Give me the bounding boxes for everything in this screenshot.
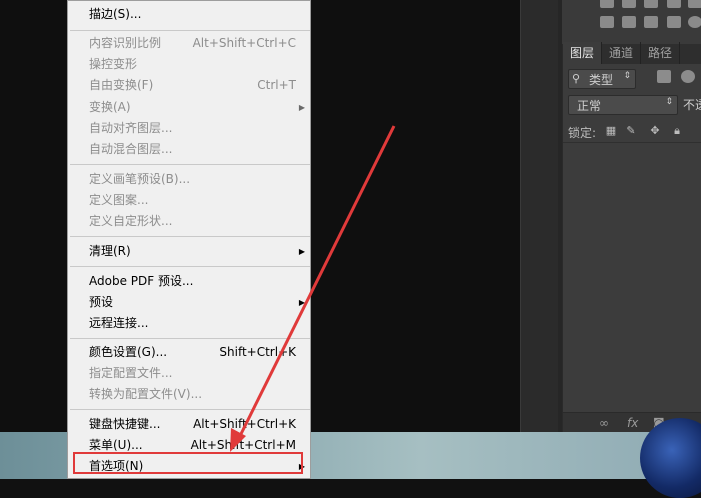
annotation-arrow-line [236, 125, 396, 441]
annotation-arrow [230, 125, 396, 452]
